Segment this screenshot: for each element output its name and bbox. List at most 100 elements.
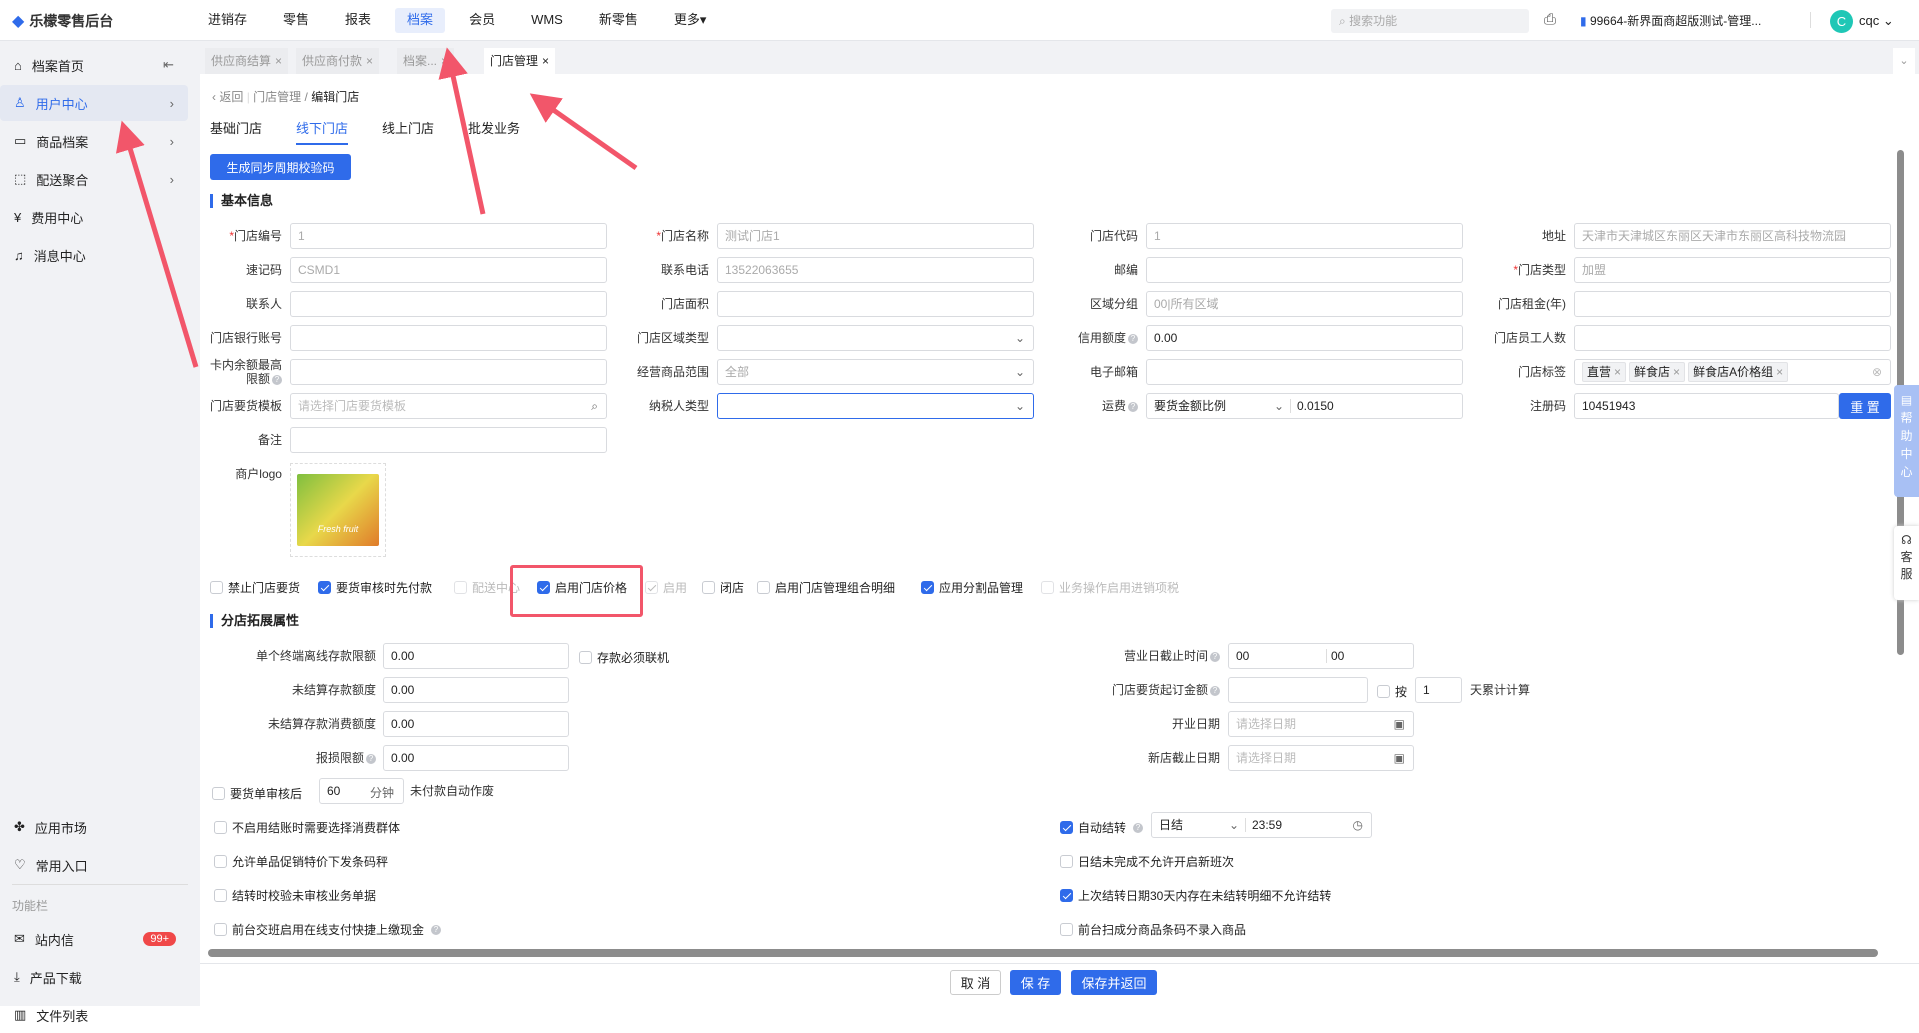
search-input[interactable]: ⌕ 搜索功能 <box>1331 9 1529 33</box>
save-and-return-button[interactable]: 保存并返回 <box>1071 970 1157 995</box>
field-35[interactable]: 10451943 <box>1574 393 1839 419</box>
tab-3[interactable]: 门店管理 × <box>484 48 556 74</box>
min-order-input[interactable] <box>1228 677 1368 703</box>
breadcrumb-parent[interactable]: 门店管理 <box>253 90 301 104</box>
tag-remove-icon[interactable]: × <box>1776 365 1783 379</box>
sidebar-item[interactable]: ⌂ 档案首页 ⇤ <box>0 47 188 83</box>
carryover-time[interactable]: 23:59 <box>1245 818 1283 832</box>
option-checkbox[interactable]: 应用分割品管理 <box>921 579 1023 596</box>
sidebar-item[interactable]: ⤓ 产品下载 <box>0 959 188 995</box>
close-icon[interactable]: × <box>542 54 549 68</box>
sidebar-item[interactable]: ✉ 站内信 99+ <box>0 921 188 957</box>
setting-checkbox[interactable]: 上次结转日期30天内存在未结转明细不允许结转 <box>1060 887 1331 904</box>
checkbox-box[interactable] <box>318 581 331 594</box>
online-required-checkbox[interactable]: 存款必须联机 <box>579 649 669 666</box>
option-checkbox[interactable]: 要货审核时先付款 <box>318 579 432 596</box>
sidebar-item[interactable]: ♙ 用户中心 › <box>0 85 188 121</box>
checkbox-box[interactable] <box>702 581 715 594</box>
sidebar-item[interactable]: ¥ 费用中心 <box>0 199 188 235</box>
cutoff-hour[interactable]: 00 <box>1236 644 1326 668</box>
close-icon[interactable]: × <box>366 54 373 68</box>
sidebar-item[interactable]: ▭ 商品档案 › <box>0 123 188 159</box>
accumulate-checkbox[interactable]: 按 <box>1377 683 1407 700</box>
search-icon[interactable]: ⌕ <box>591 394 598 418</box>
save-button[interactable]: 保 存 <box>1010 970 1061 995</box>
setting-checkbox[interactable]: 不启用结账时需要选择消费群体 <box>214 819 400 836</box>
cutoff-minute[interactable]: 00 <box>1326 649 1345 663</box>
field-input[interactable]: 0.00 <box>383 643 569 669</box>
customer-service-button[interactable]: ☊ 客服 <box>1894 526 1919 600</box>
sidebar-item[interactable]: ✤ 应用市场 <box>0 809 188 845</box>
checkbox-box[interactable] <box>645 581 658 594</box>
nav-item[interactable]: 报表 <box>333 8 383 33</box>
back-link[interactable]: ‹ 返回 <box>212 90 243 104</box>
subtab[interactable]: 基础门店 <box>210 118 262 145</box>
new-end_date-picker[interactable]: 请选择日期 ▣ <box>1228 745 1414 771</box>
nav-item[interactable]: 会员 <box>457 8 507 33</box>
tab-2[interactable]: 档案... × <box>397 48 455 74</box>
field-34[interactable]: 直营 × 鲜食店 × 鲜食店A价格组 × ⊗ <box>1574 359 1891 385</box>
clear-icon[interactable]: ⊗ <box>1872 360 1882 384</box>
tab-0[interactable]: 供应商结算 × <box>205 48 289 74</box>
option-checkbox[interactable]: 启用 <box>645 579 687 596</box>
checkbox-box[interactable] <box>454 581 467 594</box>
checkbox-box[interactable] <box>214 889 227 902</box>
checkbox-box[interactable] <box>1041 581 1054 594</box>
nav-item[interactable]: 新零售 <box>587 8 650 33</box>
field-0[interactable]: 1 <box>290 223 607 249</box>
nav-item[interactable]: 更多▾ <box>662 8 719 33</box>
checkbox-box[interactable] <box>214 821 227 834</box>
option-checkbox[interactable]: 业务操作启用进销项税 <box>1041 579 1179 596</box>
tag-remove-icon[interactable]: × <box>1614 365 1621 379</box>
checkbox-box[interactable] <box>579 651 592 664</box>
days-input[interactable]: 1 <box>1415 677 1462 703</box>
setting-checkbox[interactable]: 日结未完成不允许开启新班次 <box>1060 853 1234 870</box>
sidebar-item[interactable]: ▥ 文件列表 <box>0 997 188 1033</box>
tab-1[interactable]: 供应商付款 × <box>296 48 380 74</box>
close-icon[interactable]: × <box>441 54 448 68</box>
field-1[interactable]: CSMD1 <box>290 257 607 283</box>
horizontal-scrollbar[interactable] <box>208 949 1878 957</box>
field-2[interactable] <box>290 291 607 317</box>
setting-checkbox[interactable]: 前台交班启用在线支付快捷上缴现金? <box>214 921 442 938</box>
checkbox-box[interactable] <box>214 855 227 868</box>
field-input[interactable]: 0.00 <box>383 745 569 771</box>
nav-item[interactable]: 进销存 <box>196 8 259 33</box>
option-checkbox[interactable]: 禁止门店要货 <box>210 579 300 596</box>
checkbox-box[interactable] <box>757 581 770 594</box>
checkbox-box[interactable] <box>921 581 934 594</box>
nav-item[interactable]: 零售 <box>271 8 321 33</box>
field-input[interactable]: 0.00 <box>383 711 569 737</box>
sidebar-item[interactable]: ⬚ 配送聚合 › <box>0 161 188 197</box>
nav-item[interactable]: WMS <box>519 8 575 33</box>
help-center-button[interactable]: ▤ 帮助中心 <box>1894 385 1919 497</box>
checkbox-box[interactable] <box>1060 821 1073 834</box>
auto-carryover-setting[interactable]: 日结 ⌄ 23:59 ◷ <box>1151 812 1372 838</box>
checkbox-box[interactable] <box>1060 855 1073 868</box>
field-32[interactable] <box>1574 291 1891 317</box>
printer-icon[interactable]: ⎙ <box>1544 11 1556 28</box>
checkbox-box[interactable] <box>210 581 223 594</box>
checkbox-box[interactable] <box>1377 685 1390 698</box>
carryover-mode[interactable]: 日结 <box>1159 813 1229 837</box>
field-33[interactable] <box>1574 325 1891 351</box>
merchant-logo-upload[interactable]: Fresh fruit <box>290 463 386 557</box>
freight-mode[interactable]: 要货金额比例 <box>1154 394 1274 418</box>
sidebar-item[interactable]: ♡ 常用入口 <box>0 847 188 883</box>
setting-checkbox[interactable]: 结转时校验未审核业务单据 <box>214 887 376 904</box>
avatar[interactable]: C <box>1830 10 1853 33</box>
reset-button[interactable]: 重 置 <box>1839 393 1891 419</box>
open-date-picker[interactable]: 请选择日期 ▣ <box>1228 711 1414 737</box>
store-selector[interactable]: ▮ 99664-新界面商超版测试-管理... <box>1580 12 1761 29</box>
field-6[interactable] <box>290 427 607 453</box>
field-4[interactable] <box>290 359 607 385</box>
checkbox-box[interactable] <box>212 787 225 800</box>
field-5[interactable]: 请选择门店要货模板 ⌕ <box>290 393 607 419</box>
option-checkbox[interactable]: 闭店 <box>702 579 744 596</box>
option-checkbox[interactable]: 启用门店管理组合明细 <box>757 579 895 596</box>
field-input[interactable]: 0.00 <box>383 677 569 703</box>
close-icon[interactable]: × <box>275 54 282 68</box>
app-logo[interactable]: ◆ 乐檬零售后台 <box>12 11 113 31</box>
setting-checkbox[interactable]: 前台扫成分商品条码不录入商品 <box>1060 921 1246 938</box>
cancel-button[interactable]: 取 消 <box>950 970 1001 995</box>
